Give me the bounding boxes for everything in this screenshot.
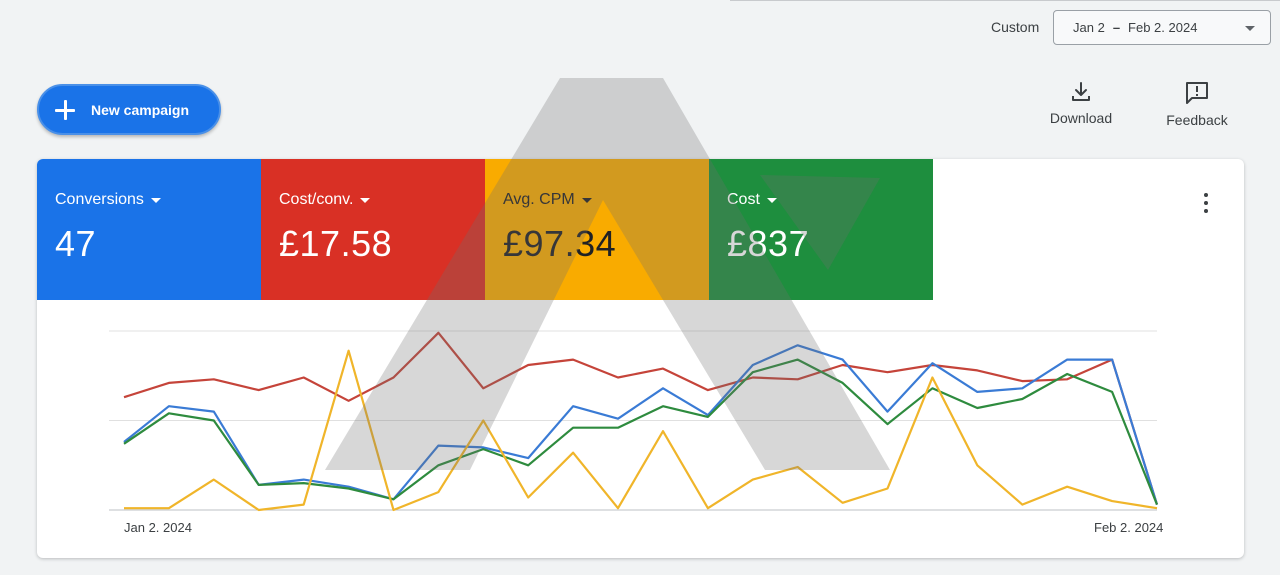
series-line-avg-cpm [124,349,1158,512]
feedback-label: Feedback [1166,112,1228,128]
date-range-select[interactable]: Jan 2 – Feb 2. 2024 [1053,10,1271,45]
download-label: Download [1049,110,1113,126]
download-icon [1072,82,1090,101]
top-divider [730,0,1280,1]
date-end: Feb 2. 2024 [1128,20,1198,35]
series-line-cost-conv- [123,331,1159,505]
series-line-conversions [123,344,1159,505]
date-range-label: Custom [991,19,1040,35]
date-start: Jan 2 [1073,20,1105,35]
feedback-icon [1186,82,1208,104]
new-campaign-label: New campaign [91,101,190,118]
chevron-down-icon [1245,26,1255,31]
x-axis-start-label: Jan 2. 2024 [124,520,192,535]
x-axis-end-label: Feb 2. 2024 [1094,520,1164,535]
new-campaign-button[interactable]: New campaign [37,84,221,135]
plus-icon [54,99,76,121]
date-separator: – [1112,20,1121,35]
performance-chart [109,330,1159,512]
performance-card: Conversions 47 Cost/conv. £17.58 Avg. CP… [37,159,1244,558]
feedback-button[interactable]: Feedback [1157,80,1237,128]
download-button[interactable]: Download [1040,80,1122,126]
